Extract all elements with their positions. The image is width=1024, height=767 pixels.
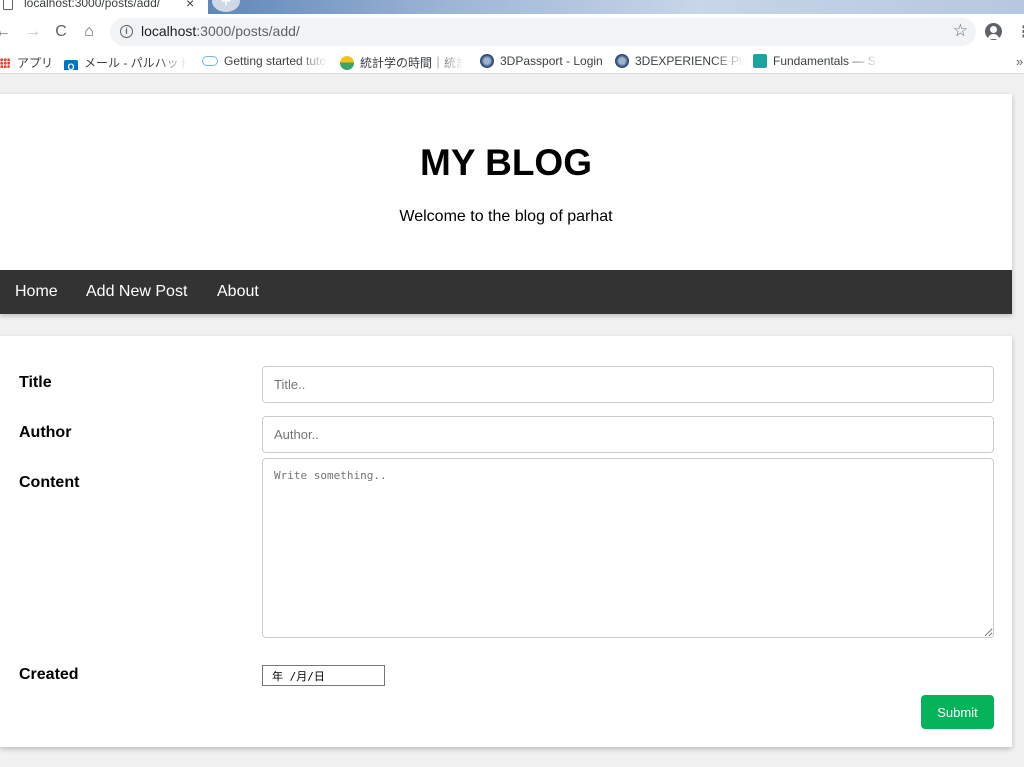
author-label: Author [19, 424, 72, 441]
bookmarks-bar: アプリ O メール - パルハット Getting started tuto 統計… [0, 50, 1024, 74]
created-label: Created [19, 666, 79, 683]
bookmark-label: Fundamentals — S [773, 54, 876, 68]
url-path: :3000/posts/add/ [196, 23, 300, 39]
stats-icon [340, 56, 354, 70]
forward-icon[interactable]: → [24, 23, 42, 41]
bookmark-label: 3DEXPERIENCE Pla [635, 54, 745, 68]
bookmark-getting-started[interactable]: Getting started tuto [202, 54, 328, 70]
fundamentals-icon [753, 54, 767, 68]
submit-button[interactable]: Submit [921, 695, 994, 729]
tab-title: localhost:3000/posts/add/ [24, 0, 161, 10]
bookmark-label: Getting started tuto [224, 54, 327, 68]
nav-link-home[interactable]: Home [15, 283, 58, 301]
tab-close-icon[interactable]: × [186, 0, 194, 11]
profile-icon[interactable] [985, 23, 1002, 40]
browser-tab[interactable]: localhost:3000/posts/add/ × [0, 0, 208, 14]
home-icon[interactable]: ⌂ [80, 23, 98, 41]
bookmark-apps[interactable]: アプリ [0, 54, 60, 70]
apps-grid-icon [0, 58, 10, 68]
blog-header: MY BLOG Welcome to the blog of parhat Ho… [0, 94, 1012, 314]
content-textarea[interactable] [262, 458, 994, 638]
nav-link-about[interactable]: About [217, 283, 259, 301]
outlook-icon: O [64, 60, 78, 70]
bookmark-3dexperience[interactable]: 3DEXPERIENCE Pla [615, 54, 745, 70]
page-title: MY BLOG [420, 142, 592, 183]
back-icon[interactable]: ← [0, 23, 12, 41]
bookmark-label: アプリ [17, 56, 54, 70]
nav-link-add-new-post[interactable]: Add New Post [86, 283, 187, 301]
url-host: localhost [141, 23, 197, 39]
content-label: Content [19, 474, 80, 491]
reload-icon[interactable]: C [52, 23, 70, 41]
passport-icon [480, 54, 494, 68]
3dexperience-icon [615, 54, 629, 68]
bookmark-3dpassport[interactable]: 3DPassport - Login [480, 54, 604, 70]
bookmark-star-icon[interactable]: ☆ [953, 21, 968, 41]
browser-menu-icon[interactable]: ⋮ [1016, 22, 1024, 42]
bookmark-label: メール - パルハット [84, 56, 188, 70]
bookmark-label: 3DPassport - Login [500, 54, 603, 68]
title-label: Title [19, 374, 52, 391]
bookmark-mail[interactable]: O メール - パルハット [64, 54, 188, 70]
more-bookmarks-icon[interactable]: » [1016, 54, 1023, 69]
bookmark-label: 統計学の時間｜統計 [360, 56, 464, 70]
url-text[interactable]: localhost:3000/posts/add/ [141, 23, 300, 39]
created-date-input[interactable]: 年 /月/日 [262, 665, 385, 686]
browser-tab-strip: localhost:3000/posts/add/ × + [0, 0, 1024, 14]
cloud-icon [202, 56, 218, 66]
bookmark-fundamentals[interactable]: Fundamentals — S [753, 54, 879, 70]
page-subtitle: Welcome to the blog of parhat [399, 208, 613, 225]
browser-toolbar: ← → C ⌂ i localhost:3000/posts/add/ ☆ ⋮ [0, 14, 1024, 50]
site-info-icon[interactable]: i [120, 25, 133, 38]
top-nav: Home Add New Post About [0, 270, 1012, 314]
author-input[interactable] [262, 416, 994, 453]
window-background [205, 0, 1024, 14]
bookmark-statistics[interactable]: 統計学の時間｜統計 [340, 54, 464, 70]
title-input[interactable] [262, 366, 994, 403]
page-icon [3, 0, 13, 10]
new-post-form: Title Author Content Created 年 /月/日 Subm… [0, 336, 1012, 747]
address-bar[interactable]: i localhost:3000/posts/add/ ☆ [110, 18, 976, 46]
